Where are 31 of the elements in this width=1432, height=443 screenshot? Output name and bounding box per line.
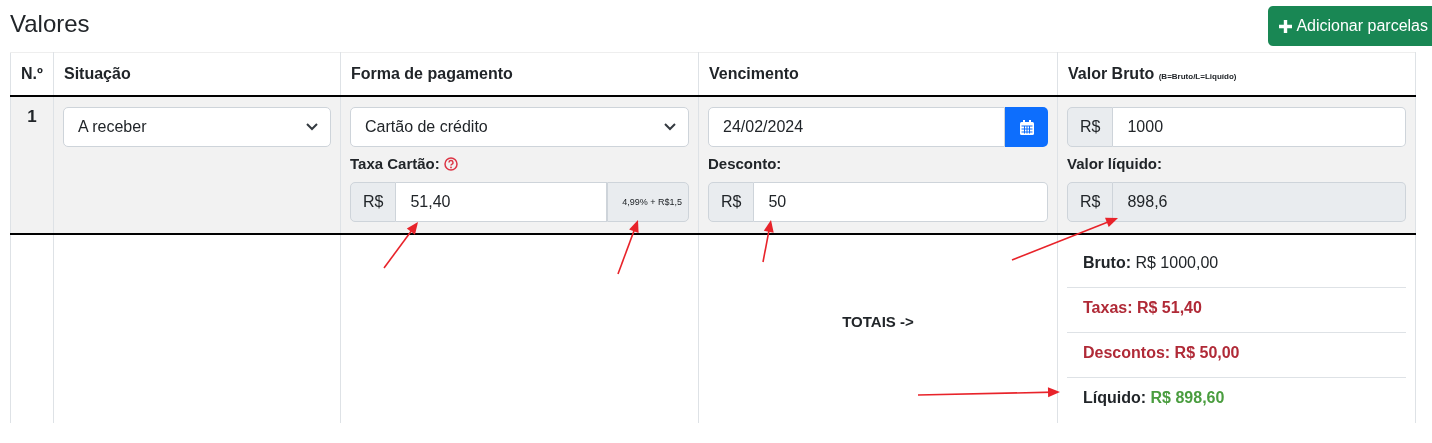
total-line: Descontos: R$ 50,00	[1067, 333, 1406, 378]
field-label: Desconto:	[708, 155, 782, 172]
field-label: Taxa Cartão:	[350, 155, 440, 172]
total-line: Líquido: R$ 898,60	[1082, 388, 1226, 408]
totals-label: TOTAIS ->	[841, 312, 915, 330]
calendar-button[interactable]	[1005, 107, 1048, 147]
field-label: Valor líquido:	[1067, 155, 1162, 172]
fee-rate-addon: 4,99% + R$1,5	[607, 182, 689, 222]
help-icon[interactable]	[443, 156, 458, 171]
amount-field[interactable]: 51,40	[396, 182, 608, 222]
add-installments-button[interactable]: Adicionar parcelas	[1268, 6, 1432, 46]
payment-method-select[interactable]: Cartão de crédito	[350, 107, 689, 147]
currency-addon: R$	[1067, 107, 1114, 147]
currency-addon: R$	[708, 182, 755, 222]
section-title: Valores	[10, 10, 90, 38]
total-line: Taxas: R$ 51,40	[1067, 288, 1406, 333]
annotation-arrow	[383, 222, 418, 269]
amount-field[interactable]: 50	[754, 182, 1048, 222]
amount-field[interactable]: 1000	[1113, 107, 1406, 147]
date-field[interactable]: 24/02/2024	[708, 107, 1005, 147]
row-number: 1	[27, 107, 37, 126]
calendar-icon	[1019, 119, 1034, 135]
currency-addon: R$	[350, 182, 397, 222]
status-select[interactable]: A receber	[63, 107, 331, 147]
annotation-arrow	[617, 220, 639, 275]
total-line: Bruto: R$ 1000,00	[1067, 243, 1406, 288]
plus-icon	[1278, 18, 1294, 34]
currency-addon: R$	[1067, 182, 1114, 222]
annotation-arrow	[762, 220, 774, 263]
chevron-down-icon	[664, 123, 676, 131]
chevron-down-icon	[306, 123, 318, 131]
